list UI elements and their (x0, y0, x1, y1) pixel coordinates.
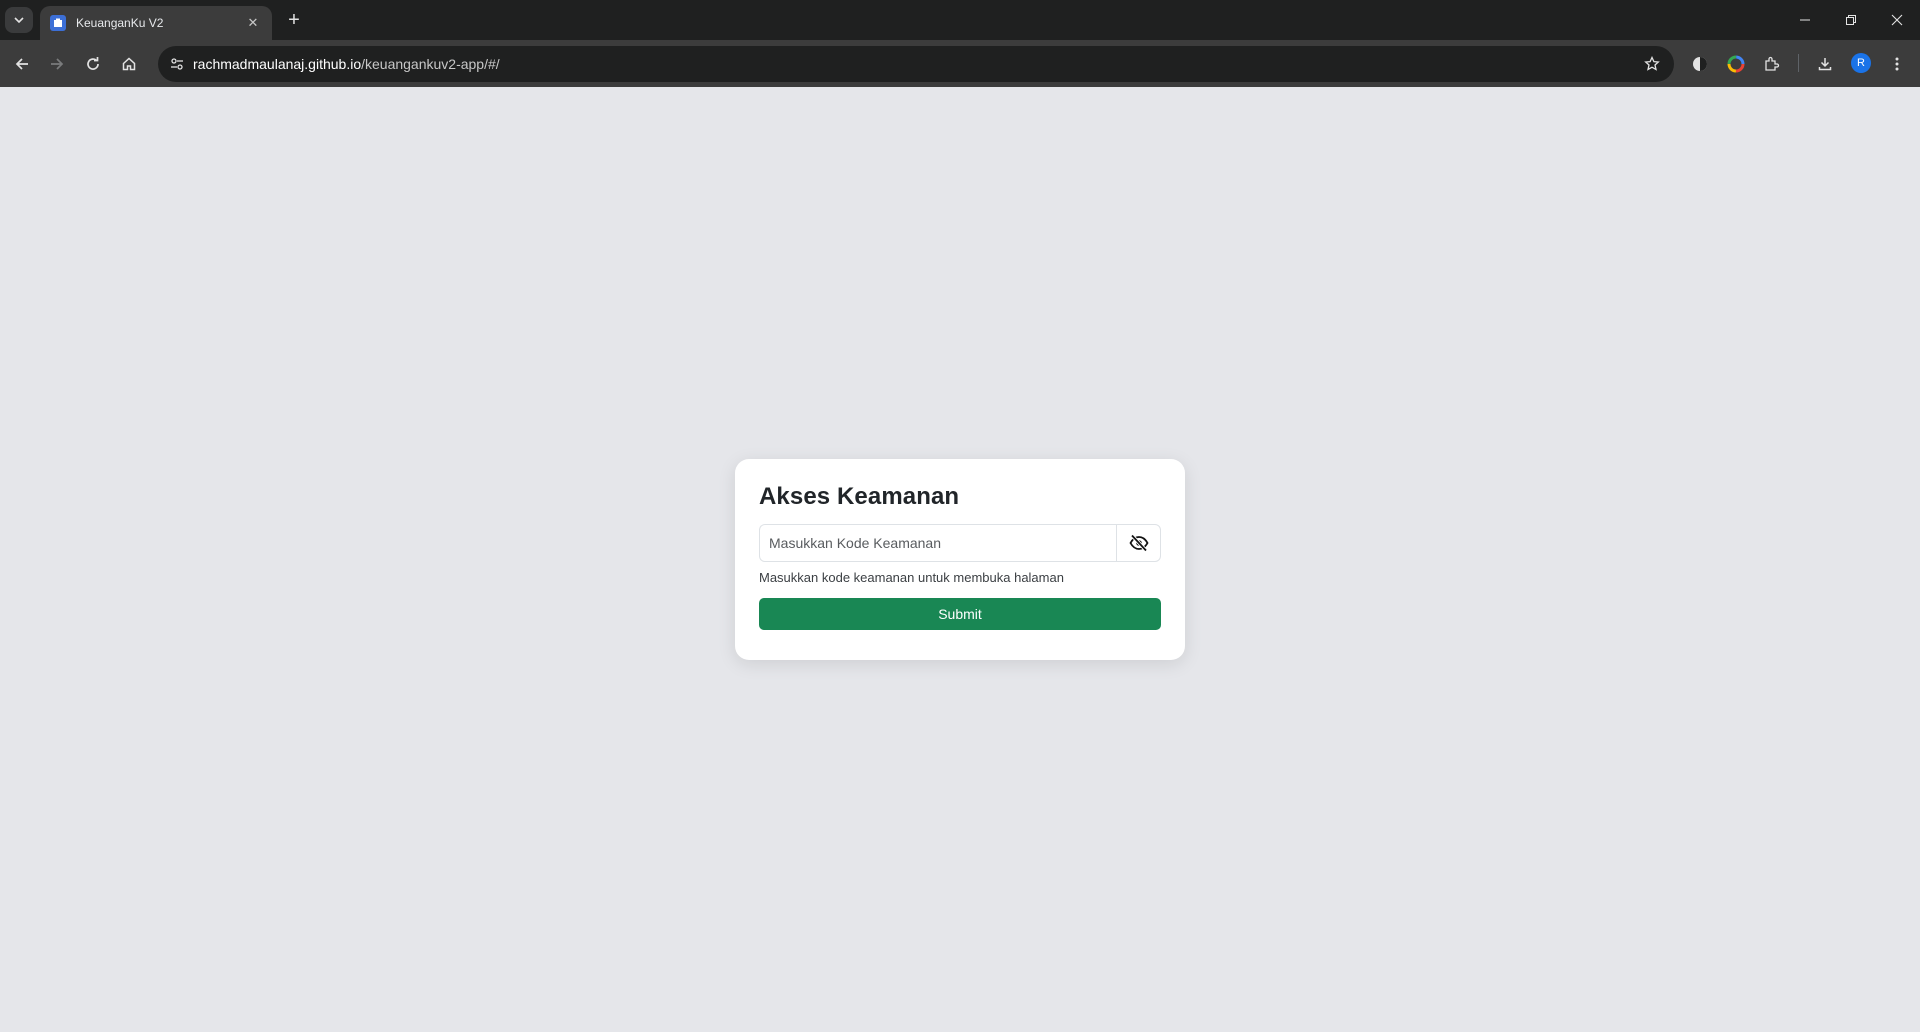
tab-strip: KeuanganKu V2 ✕ + (0, 0, 1920, 40)
help-text: Masukkan kode keamanan untuk membuka hal… (759, 570, 1064, 585)
back-icon (15, 58, 28, 70)
tab-search-button[interactable] (5, 7, 33, 33)
minimize-button[interactable] (1782, 0, 1828, 40)
address-bar[interactable]: rachmadmaulanaj.github.io/keuangankuv2-a… (158, 46, 1674, 82)
restore-icon (1846, 15, 1856, 25)
eye-slash-icon (1128, 534, 1149, 552)
toggle-visibility-button[interactable] (1116, 524, 1161, 562)
browser-tab[interactable]: KeuanganKu V2 ✕ (40, 6, 272, 40)
home-icon (122, 57, 136, 71)
security-access-card: Akses Keamanan Masukkan kode keamanan un… (735, 459, 1185, 660)
url-host: rachmadmaulanaj.github.io (193, 56, 362, 72)
puzzle-icon[interactable] (1760, 52, 1784, 76)
browser-toolbar: rachmadmaulanaj.github.io/keuangankuv2-a… (0, 40, 1920, 87)
tab-title: KeuanganKu V2 (76, 16, 164, 30)
url-path: /keuangankuv2-app/#/ (361, 56, 500, 72)
toolbar-divider (1798, 54, 1799, 72)
minimize-icon (1800, 19, 1810, 21)
security-code-input[interactable] (759, 524, 1116, 562)
reload-icon (87, 57, 99, 70)
tab-close-icon[interactable]: ✕ (244, 14, 262, 32)
site-favicon-icon (50, 15, 66, 31)
site-info-icon[interactable] (168, 55, 186, 73)
profile-avatar[interactable]: R (1851, 53, 1871, 73)
extension-icon[interactable] (1688, 52, 1712, 76)
page-title: Akses Keamanan (759, 483, 960, 510)
forward-icon (51, 58, 64, 70)
close-icon (1891, 14, 1903, 26)
back-button[interactable] (8, 50, 36, 78)
home-button[interactable] (115, 50, 143, 78)
color-extension-icon[interactable] (1724, 52, 1748, 76)
reload-button[interactable] (79, 50, 107, 78)
close-window-button[interactable] (1874, 0, 1920, 40)
bookmark-star-icon[interactable] (1642, 54, 1662, 74)
new-tab-button[interactable]: + (282, 8, 306, 32)
forward-button[interactable] (43, 50, 71, 78)
submit-button[interactable]: Submit (759, 598, 1161, 630)
url-text[interactable]: rachmadmaulanaj.github.io/keuangankuv2-a… (193, 56, 500, 72)
download-icon[interactable] (1813, 52, 1837, 76)
security-code-input-group (759, 524, 1161, 562)
chevron-down-icon (14, 17, 24, 24)
menu-icon[interactable] (1885, 52, 1909, 76)
page-viewport: Akses Keamanan Masukkan kode keamanan un… (0, 87, 1920, 1032)
restore-button[interactable] (1828, 0, 1874, 40)
